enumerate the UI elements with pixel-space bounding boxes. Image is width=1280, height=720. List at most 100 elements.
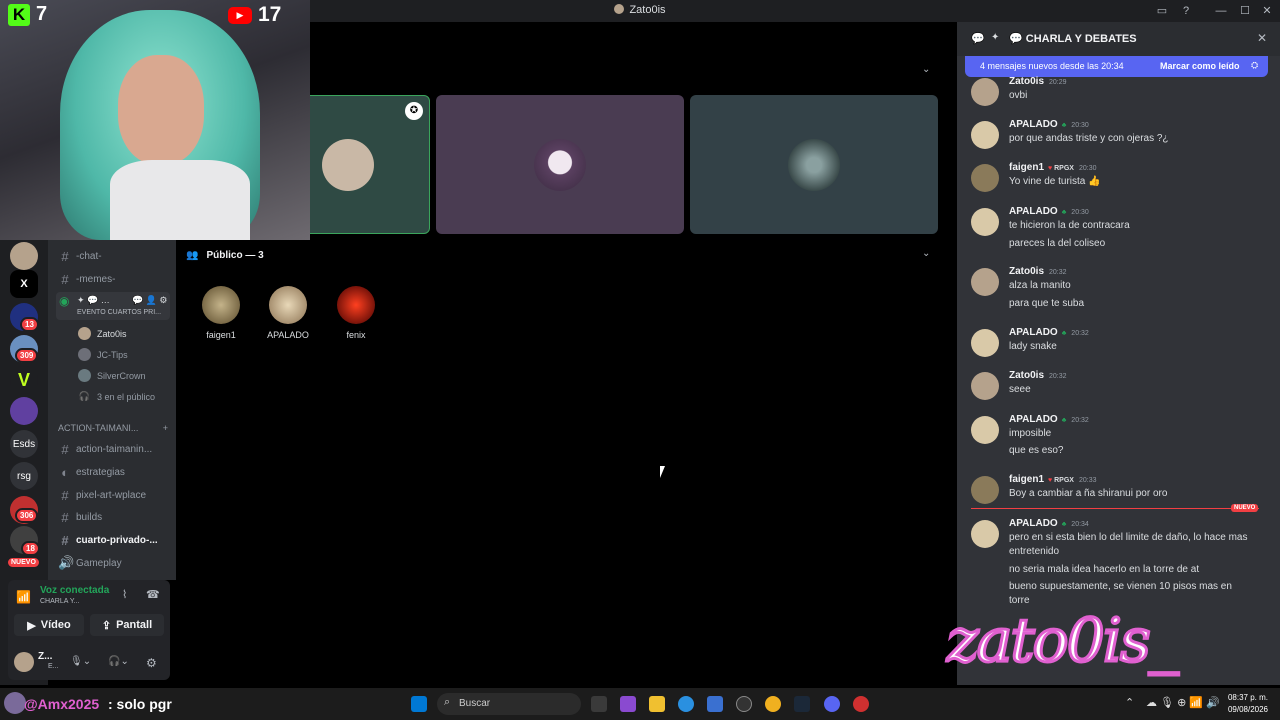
- message-author[interactable]: faigen1 ♥ RPGX 20:30: [1009, 162, 1097, 173]
- channel-memes[interactable]: # -memes-: [58, 272, 115, 287]
- speaker-tile[interactable]: ✪: [296, 95, 430, 234]
- audience-count[interactable]: 🎧 3 en el público: [78, 391, 155, 402]
- category-header[interactable]: ACTION-TAIMANI... +: [58, 423, 168, 433]
- discord-icon[interactable]: [824, 696, 840, 712]
- audience-member[interactable]: fenix: [326, 286, 386, 340]
- channel-item[interactable]: # builds: [58, 510, 102, 525]
- microphone-icon[interactable]: 🎙⌄: [70, 656, 91, 667]
- server-v-icon[interactable]: V: [10, 366, 38, 394]
- avatar[interactable]: [971, 520, 999, 548]
- collapse-audience-icon[interactable]: ⌄: [922, 248, 930, 259]
- message-author[interactable]: faigen1 ♥ RPGX 20:33: [1009, 474, 1097, 485]
- server-rsg[interactable]: rsg: [10, 462, 38, 490]
- taskbar: @Amx2025 : solo pgr ⌕ Buscar ⌃ ☁ 🎙 ⊕ 📶 🔊…: [0, 688, 1280, 720]
- avatar[interactable]: [971, 78, 999, 106]
- thread-icon: 💬: [971, 33, 985, 45]
- close-chat-icon[interactable]: ✕: [1257, 31, 1267, 45]
- stage-channel[interactable]: ◉ ✦ 💬 … 💬 👤 ⚙ EVENTO CUARTOS PRI...: [56, 292, 170, 320]
- file-explorer-icon[interactable]: [649, 696, 665, 712]
- message-author[interactable]: Zato0is 20:32: [1009, 266, 1067, 277]
- store-icon[interactable]: [707, 696, 723, 712]
- message-text: bueno supuestamente, se vienen 10 pisos …: [1009, 581, 1232, 592]
- chat-overlay-avatar: [4, 692, 26, 714]
- message-author[interactable]: APALADO ♣ 20:30: [1009, 206, 1089, 217]
- chat-overlay-text: : solo pgr: [108, 696, 172, 712]
- audience-member[interactable]: faigen1: [191, 286, 251, 340]
- avatar[interactable]: [971, 208, 999, 236]
- badge-icon: ♣: [1061, 209, 1067, 216]
- message-text: seee: [1009, 384, 1031, 395]
- channel-item[interactable]: # cuarto-privado-...: [58, 533, 157, 548]
- watermark-text: zato0is_: [946, 605, 1181, 678]
- clock-time[interactable]: 08:37 p. m.: [1224, 693, 1268, 702]
- copilot-icon[interactable]: [620, 696, 636, 712]
- server-icon[interactable]: [10, 397, 38, 425]
- new-badge: NUEVO: [6, 556, 41, 569]
- avatar[interactable]: [971, 121, 999, 149]
- message-author[interactable]: APALADO ♣ 20:32: [1009, 414, 1089, 425]
- channel-action-icons[interactable]: 💬 👤 ⚙: [132, 295, 167, 306]
- settings-gear-icon[interactable]: ⚙: [146, 656, 157, 670]
- minimize-button[interactable]: —: [1214, 4, 1228, 18]
- clock-date[interactable]: 09/08/2026: [1224, 705, 1268, 714]
- close-window-button[interactable]: ✕: [1260, 4, 1274, 18]
- speaker-tile[interactable]: [690, 95, 938, 234]
- voice-user[interactable]: SilverCrown: [78, 369, 146, 382]
- speaker-tile[interactable]: [436, 95, 684, 234]
- avatar[interactable]: [971, 416, 999, 444]
- voice-channel-name[interactable]: CHARLA Y...: [40, 598, 79, 605]
- maximize-button[interactable]: ☐: [1238, 4, 1252, 18]
- channel-item[interactable]: ◐ estrategias: [58, 465, 125, 480]
- video-button[interactable]: ▶ Vídeo: [14, 614, 84, 636]
- disconnect-icon[interactable]: ☎: [146, 588, 160, 601]
- badge-icon: ♣: [1061, 417, 1067, 424]
- channel-chat[interactable]: # -chat-: [58, 249, 101, 264]
- server-x[interactable]: X: [10, 270, 38, 298]
- audience-member[interactable]: APALADO: [258, 286, 318, 340]
- avatar[interactable]: [971, 329, 999, 357]
- channel-item[interactable]: # action-taimanin...: [58, 442, 152, 457]
- message-author[interactable]: APALADO ♣ 20:32: [1009, 327, 1089, 338]
- headphones-icon[interactable]: 🎧⌄: [108, 656, 129, 667]
- task-view-icon[interactable]: [591, 696, 607, 712]
- mark-read-button[interactable]: Marcar como leído: [1160, 61, 1240, 71]
- collapse-speakers-icon[interactable]: ⌄: [922, 64, 930, 75]
- obs-icon[interactable]: [736, 696, 752, 712]
- user-avatar[interactable]: [14, 652, 34, 672]
- voice-user[interactable]: JC-Tips: [78, 348, 128, 361]
- inbox-icon[interactable]: ▭: [1155, 4, 1169, 18]
- avatar[interactable]: [971, 476, 999, 504]
- unread-badge: 306: [15, 508, 39, 523]
- message-author[interactable]: APALADO ♣ 20:30: [1009, 119, 1089, 130]
- user-name: Z...: [38, 651, 53, 662]
- message-author[interactable]: Zato0is 20:29: [1009, 76, 1067, 87]
- app-logo-icon: [614, 4, 625, 14]
- taskbar-search[interactable]: ⌕ Buscar: [437, 693, 581, 715]
- event-label: EVENTO CUARTOS PRI...: [77, 309, 162, 316]
- tray-icons[interactable]: ☁ 🎙 ⊕ 📶 🔊: [1146, 696, 1220, 709]
- steam-icon[interactable]: [794, 696, 810, 712]
- tray-chevron-icon[interactable]: ⌃: [1125, 696, 1134, 709]
- new-messages-bar[interactable]: 4 mensajes nuevos desde las 20:34 Marcar…: [965, 56, 1268, 77]
- avatar[interactable]: [971, 164, 999, 192]
- screen-share-button[interactable]: ⇪ Pantall: [90, 614, 164, 636]
- signal-icon: 📶: [16, 590, 31, 604]
- channel-item[interactable]: 🔊 Gameplay: [58, 555, 122, 571]
- avatar[interactable]: [971, 372, 999, 400]
- edge-icon[interactable]: [678, 696, 694, 712]
- channel-item[interactable]: # pixel-art-wplace: [58, 488, 146, 503]
- message-text: lady snake: [1009, 341, 1057, 352]
- voice-user[interactable]: Zato0is: [78, 327, 127, 340]
- hash-icon: #: [61, 442, 69, 457]
- windows-start-icon[interactable]: [411, 696, 427, 712]
- chrome-icon[interactable]: [765, 696, 781, 712]
- server-icon[interactable]: [10, 242, 38, 270]
- message-author[interactable]: Zato0is 20:32: [1009, 370, 1067, 381]
- message-author[interactable]: APALADO ♣ 20:34: [1009, 518, 1089, 529]
- noise-suppression-icon[interactable]: ⌇: [122, 588, 127, 601]
- help-icon[interactable]: ?: [1179, 4, 1193, 18]
- app-icon[interactable]: [853, 696, 869, 712]
- avatar[interactable]: [971, 268, 999, 296]
- server-esds[interactable]: Esds: [10, 430, 38, 458]
- add-channel-icon[interactable]: +: [163, 423, 168, 433]
